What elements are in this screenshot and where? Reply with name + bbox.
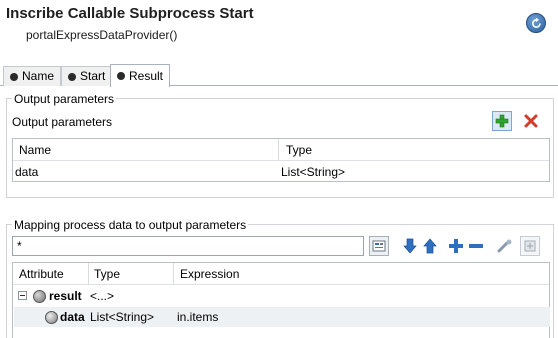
tab-result-icon <box>117 72 125 80</box>
output-parameters-group-label: Output parameters <box>12 92 117 106</box>
attribute-cell[interactable]: data <box>60 310 85 324</box>
tab-name-label: Name <box>22 69 55 83</box>
column-divider[interactable] <box>173 263 174 285</box>
column-header-attribute[interactable]: Attribute <box>19 267 64 281</box>
tab-start[interactable]: Start <box>61 66 113 86</box>
mapping-group-label: Mapping process data to output parameter… <box>12 218 249 232</box>
table-row[interactable]: data List<String> in.items <box>13 307 549 327</box>
column-header-expression[interactable]: Expression <box>180 267 239 281</box>
column-divider[interactable] <box>88 263 89 285</box>
add-icon[interactable] <box>492 111 512 131</box>
column-divider[interactable] <box>278 139 279 161</box>
param-name-cell[interactable]: data <box>15 165 38 179</box>
expression-cell[interactable]: in.items <box>177 310 218 324</box>
move-up-icon[interactable] <box>420 236 440 256</box>
filter-input[interactable]: * <box>12 236 364 256</box>
table-header: Attribute Type Expression <box>13 263 549 285</box>
attribute-node-icon <box>33 290 46 303</box>
attribute-cell[interactable]: result <box>49 289 82 303</box>
type-cell[interactable]: <...> <box>90 289 114 303</box>
tab-name[interactable]: Name <box>3 66 62 86</box>
move-down-icon[interactable] <box>400 236 420 256</box>
collapse-all-icon[interactable] <box>466 236 486 256</box>
remove-icon[interactable] <box>521 111 541 131</box>
tab-bar: Name Start Result <box>0 64 558 87</box>
column-header-type[interactable]: Type <box>286 143 312 157</box>
table-row[interactable]: result <...> <box>13 286 549 306</box>
column-header-name[interactable]: Name <box>19 143 51 157</box>
editor-header: Inscribe Callable Subprocess Start porta… <box>0 0 558 62</box>
child-attribute-icon <box>45 311 58 324</box>
page-subtitle: portalExpressDataProvider() <box>26 28 178 42</box>
output-parameters-table: Name Type data List<String> <box>12 138 550 182</box>
type-cell[interactable]: List<String> <box>90 310 154 324</box>
tab-start-icon <box>68 72 76 81</box>
filter-options-icon[interactable] <box>369 236 389 256</box>
collapse-toggle-icon[interactable] <box>18 291 27 300</box>
mapping-table: Attribute Type Expression result <...> d… <box>12 262 550 338</box>
page-title: Inscribe Callable Subprocess Start <box>6 5 254 22</box>
tab-result-label: Result <box>129 68 164 83</box>
table-row[interactable]: data List<String> <box>13 162 549 182</box>
table-header: Name Type <box>13 139 549 161</box>
tab-start-label: Start <box>80 69 106 83</box>
param-type-cell[interactable]: List<String> <box>281 165 345 179</box>
tab-name-icon <box>10 72 18 81</box>
tab-result[interactable]: Result <box>110 64 171 87</box>
output-parameters-label: Output parameters <box>12 115 113 129</box>
wizard-icon[interactable] <box>495 236 515 256</box>
expand-all-icon[interactable] <box>446 236 466 256</box>
attribute-browser-icon[interactable] <box>520 236 540 256</box>
refresh-icon[interactable] <box>526 13 546 33</box>
column-header-type[interactable]: Type <box>94 267 120 281</box>
